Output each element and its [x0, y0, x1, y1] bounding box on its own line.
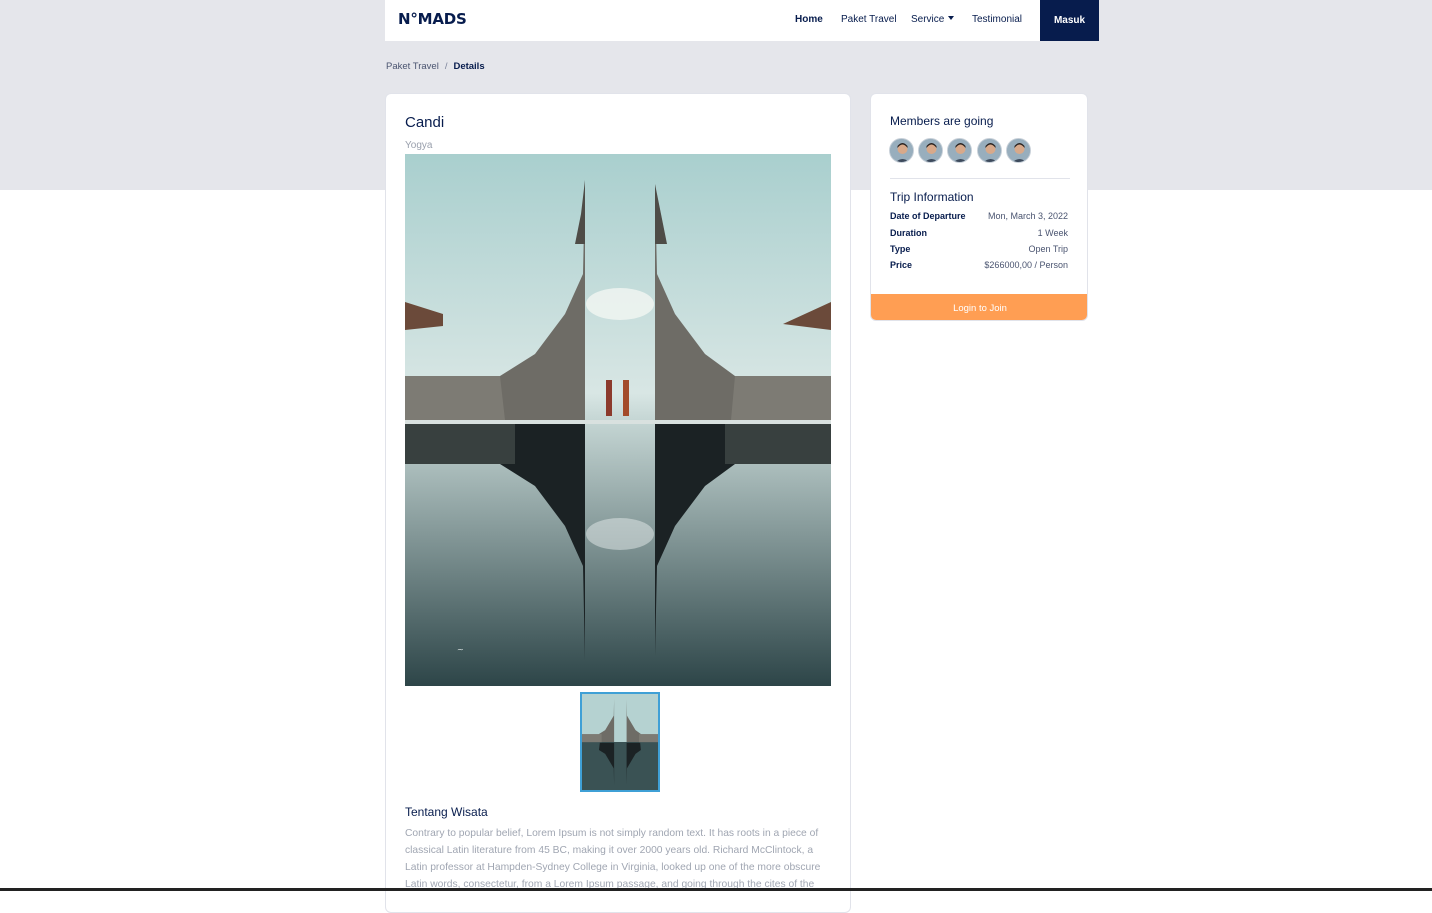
nav-links: Home Paket Travel Service Testimonial: [385, 0, 1099, 41]
trip-row-value: $266000,00 / Person: [984, 260, 1068, 270]
divider: [890, 178, 1070, 179]
nav-item-home[interactable]: Home: [795, 14, 823, 25]
trip-row-label: Duration: [890, 228, 927, 238]
trip-row-label: Price: [890, 260, 913, 270]
trip-info-heading: Trip Information: [890, 190, 974, 204]
location-subtitle: Yogya: [405, 140, 433, 151]
nav-item-testimonial[interactable]: Testimonial: [972, 14, 1022, 25]
nav-item-paket-travel[interactable]: Paket Travel: [841, 14, 897, 25]
trip-row-price: Price $266000,00 / Person: [890, 260, 1068, 274]
login-button[interactable]: Masuk: [1040, 0, 1099, 41]
breadcrumb-item-details: Details: [453, 61, 485, 72]
avatar: [947, 138, 972, 163]
about-heading: Tentang Wisata: [405, 805, 488, 819]
trip-row-value: Open Trip: [1028, 244, 1068, 254]
trip-row-value: 1 Week: [1037, 228, 1068, 238]
breadcrumb-item-paket-travel[interactable]: Paket Travel: [386, 61, 439, 72]
nav-item-service-label: Service: [911, 14, 945, 25]
trip-sidebar-card: Members are going Trip Information Date …: [870, 93, 1088, 321]
travel-detail-card: Candi Yogya ~ Tentang Wisata Contrary to…: [385, 93, 851, 913]
temple-gate-photo: ~: [405, 154, 831, 686]
page-title: Candi: [405, 114, 445, 131]
navbar: N°MADS Home Paket Travel Service Testimo…: [385, 0, 1099, 41]
trip-row-type: Type Open Trip: [890, 244, 1068, 258]
trip-row-departure: Date of Departure Mon, March 3, 2022: [890, 211, 1068, 225]
about-description: Contrary to popular belief, Lorem Ipsum …: [405, 828, 821, 890]
trip-row-duration: Duration 1 Week: [890, 228, 1068, 242]
gallery-thumbnail[interactable]: [580, 692, 660, 792]
svg-text:~: ~: [457, 645, 464, 654]
breadcrumb-separator: /: [444, 61, 448, 72]
trip-row-label: Type: [890, 244, 911, 254]
main-photo: ~: [405, 154, 831, 686]
nav-item-service[interactable]: Service: [911, 14, 955, 25]
caret-down-icon: [948, 16, 955, 20]
breadcrumb: Paket Travel / Details: [386, 61, 485, 72]
avatar: [1006, 138, 1031, 163]
members-heading: Members are going: [890, 114, 994, 128]
avatar: [977, 138, 1002, 163]
trip-row-value: Mon, March 3, 2022: [987, 211, 1068, 221]
login-to-join-button[interactable]: Login to Join: [871, 294, 1087, 320]
avatar: [889, 138, 914, 163]
trip-row-label: Date of Departure: [890, 211, 966, 221]
avatar: [918, 138, 943, 163]
thumbnail-photo: [582, 694, 658, 790]
